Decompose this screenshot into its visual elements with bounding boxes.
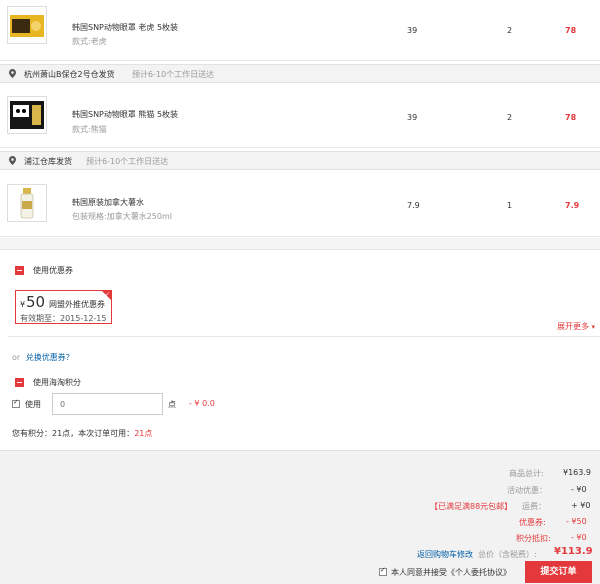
points-deduct-value: - ¥0 bbox=[571, 533, 587, 542]
warehouse-name: 浦江仓库发货 bbox=[24, 157, 72, 166]
product-subtotal: 7.9 bbox=[565, 201, 580, 210]
redeem-coupon-link[interactable]: 兑换优惠券？ bbox=[26, 353, 74, 362]
expand-more-label: 展开更多 bbox=[557, 322, 589, 331]
product-spec: 款式:熊猫 bbox=[72, 125, 107, 134]
product-subtotal: 78 bbox=[565, 113, 577, 122]
collapse-points-toggle[interactable] bbox=[15, 378, 24, 387]
points-deduction: - ¥ 0.0 bbox=[189, 399, 215, 408]
chevron-down-icon: ▾ bbox=[591, 323, 596, 331]
product-thumbnail[interactable] bbox=[7, 96, 47, 134]
product-subtotal: 78 bbox=[565, 26, 577, 35]
points-deduct-label: 积分抵扣: bbox=[516, 534, 551, 543]
shipping-value: + ¥0 bbox=[571, 501, 591, 510]
product-thumbnail[interactable] bbox=[7, 184, 47, 222]
product-name[interactable]: 韩国原装加拿大薯水 bbox=[72, 197, 144, 208]
location-pin-icon bbox=[9, 69, 16, 78]
coupon-section-title: 使用优惠券 bbox=[33, 266, 73, 275]
product-price: 39 bbox=[407, 113, 418, 122]
product-thumbnail[interactable] bbox=[7, 6, 47, 44]
product-name[interactable]: 韩国SNP动物眼罩 熊猫 5枚装 bbox=[72, 109, 178, 120]
use-points-label: 使用 bbox=[25, 400, 41, 409]
points-unit: 点 bbox=[168, 400, 176, 409]
grand-total-label: 总价（含税费）: bbox=[478, 550, 537, 559]
product-price: 7.9 bbox=[407, 201, 420, 210]
coupon-currency: ¥ bbox=[20, 300, 26, 309]
coupon-label: 优惠券: bbox=[519, 518, 546, 527]
points-section-title: 使用海淘积分 bbox=[33, 378, 81, 387]
product-quantity: 2 bbox=[507, 26, 513, 35]
coupon-separator bbox=[8, 336, 600, 337]
free-shipping-badge: 【已满足满88元包邮】 bbox=[430, 502, 513, 511]
or-text: or bbox=[12, 353, 21, 362]
coupon-expiry: 有效期至：2015-12-15 bbox=[20, 314, 107, 323]
points-available: 21点 bbox=[134, 429, 153, 438]
section-divider bbox=[0, 238, 600, 250]
shipping-label: 运费： bbox=[522, 502, 546, 511]
coupon-value: - ¥50 bbox=[566, 517, 587, 526]
order-item-row: 韩国SNP动物眼罩 老虎 5枚装 款式:老虎 39 2 78 bbox=[0, 0, 600, 61]
points-balance: 您有积分：21点，本次订单可用：21点 bbox=[12, 428, 152, 439]
checkmark-icon: ✓ bbox=[380, 566, 386, 574]
coupon-name: 网盟外推优惠券 bbox=[49, 300, 105, 309]
grand-total-value: ¥113.9 bbox=[554, 546, 593, 557]
product-name[interactable]: 韩国SNP动物眼罩 老虎 5枚装 bbox=[72, 22, 178, 33]
product-quantity: 2 bbox=[507, 113, 513, 122]
order-item-row: 韩国SNP动物眼罩 熊猫 5枚装 款式:熊猫 39 2 78 bbox=[0, 84, 600, 148]
points-input[interactable] bbox=[52, 393, 163, 415]
order-item-row: 韩国原装加拿大薯水 包装规格:加拿大薯水250ml 7.9 1 7.9 bbox=[0, 171, 600, 237]
points-balance-text: 您有积分：21点，本次订单可用： bbox=[12, 429, 135, 438]
expand-more-link[interactable]: 展开更多 ▾ bbox=[557, 321, 595, 332]
back-to-cart-link[interactable]: 返回购物车修改 bbox=[417, 549, 473, 560]
warehouse-name: 杭州萧山B保仓2号仓发货 bbox=[24, 70, 115, 79]
product-spec: 款式:老虎 bbox=[72, 37, 107, 46]
delivery-estimate: 预计6-10个工作日送达 bbox=[132, 70, 215, 79]
promo-label: 活动优惠： bbox=[507, 486, 547, 495]
coupon-amount: 50 bbox=[26, 293, 46, 311]
product-quantity: 1 bbox=[507, 201, 513, 210]
checkmark-icon: ✓ bbox=[13, 398, 19, 406]
warehouse-header: 杭州萧山B保仓2号仓发货 预计6-10个工作日送达 bbox=[0, 64, 600, 83]
agree-text[interactable]: 本人同意并接受《个人委托协议》 bbox=[391, 567, 511, 578]
coupon-card[interactable]: ¥ 50 网盟外推优惠券 有效期至：2015-12-15 ✓ bbox=[15, 290, 112, 324]
promo-value: - ¥0 bbox=[571, 485, 587, 494]
goods-total-label: 商品总计: bbox=[509, 469, 544, 478]
warehouse-header: 浦江仓库发货 预计6-10个工作日送达 bbox=[0, 151, 600, 170]
location-pin-icon bbox=[9, 156, 16, 165]
use-points-checkbox[interactable]: ✓ bbox=[12, 398, 20, 408]
goods-total-value: ¥163.9 bbox=[563, 468, 591, 477]
product-price: 39 bbox=[407, 26, 418, 35]
redeem-row: or 兑换优惠券？ bbox=[12, 352, 74, 363]
agree-checkbox[interactable]: ✓ bbox=[379, 566, 387, 576]
checkmark-icon: ✓ bbox=[104, 291, 110, 298]
product-spec: 包装规格:加拿大薯水250ml bbox=[72, 212, 172, 221]
delivery-estimate: 预计6-10个工作日送达 bbox=[86, 157, 169, 166]
collapse-coupon-toggle[interactable] bbox=[15, 266, 24, 275]
order-summary: 商品总计: ¥163.9 活动优惠： - ¥0 【已满足满88元包邮】 运费： … bbox=[0, 450, 600, 584]
submit-order-button[interactable]: 提交订单 bbox=[525, 561, 592, 583]
